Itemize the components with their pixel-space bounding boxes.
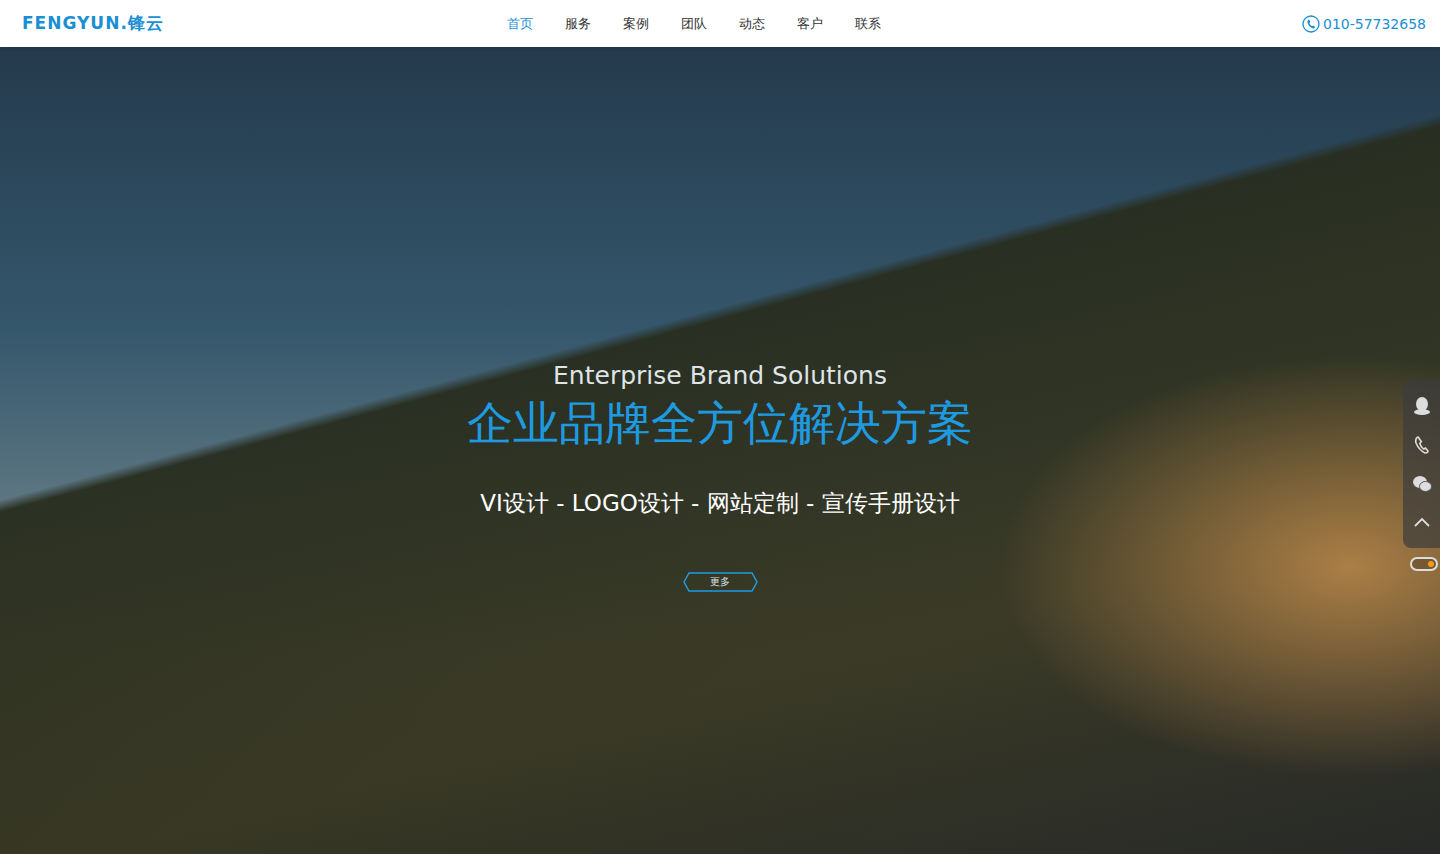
phone-number[interactable]: 010-57732658 — [1323, 16, 1426, 32]
nav-item[interactable]: 动态 — [723, 11, 781, 37]
hero-subtitle: Enterprise Brand Solutions — [553, 361, 887, 391]
nav: 首页服务案例团队动态客户联系 — [262, 11, 1126, 37]
phone-icon[interactable] — [1411, 434, 1433, 456]
nav-item[interactable]: 客户 — [781, 11, 839, 37]
phone-icon — [1302, 15, 1320, 33]
back-to-top-icon[interactable] — [1411, 512, 1433, 534]
floating-sidebar — [1403, 380, 1440, 548]
qq-icon[interactable] — [1411, 395, 1433, 417]
nav-item[interactable]: 案例 — [607, 11, 665, 37]
logo[interactable]: FENGYUN.锋云 — [22, 12, 322, 35]
hero-title: 企业品牌全方位解决方案 — [467, 395, 973, 451]
nav-item[interactable]: 服务 — [549, 11, 607, 37]
toggle-knob — [1428, 561, 1434, 567]
nav-item[interactable]: 首页 — [491, 11, 549, 37]
header: FENGYUN.锋云 首页服务案例团队动态客户联系 010-57732658 — [0, 0, 1440, 47]
more-button-label[interactable]: 更多 — [710, 572, 730, 592]
nav-item[interactable]: 团队 — [665, 11, 723, 37]
toggle-switch[interactable] — [1410, 557, 1438, 571]
wechat-icon[interactable] — [1411, 473, 1433, 495]
hero-services: VI设计 - LOGO设计 - 网站定制 - 宣传手册设计 — [480, 488, 959, 518]
more-button[interactable]: 更多 — [683, 572, 758, 592]
hero-banner: Enterprise Brand Solutions 企业品牌全方位解决方案 V… — [0, 47, 1440, 854]
phone[interactable]: 010-57732658 — [1126, 15, 1426, 33]
nav-item[interactable]: 联系 — [839, 11, 897, 37]
